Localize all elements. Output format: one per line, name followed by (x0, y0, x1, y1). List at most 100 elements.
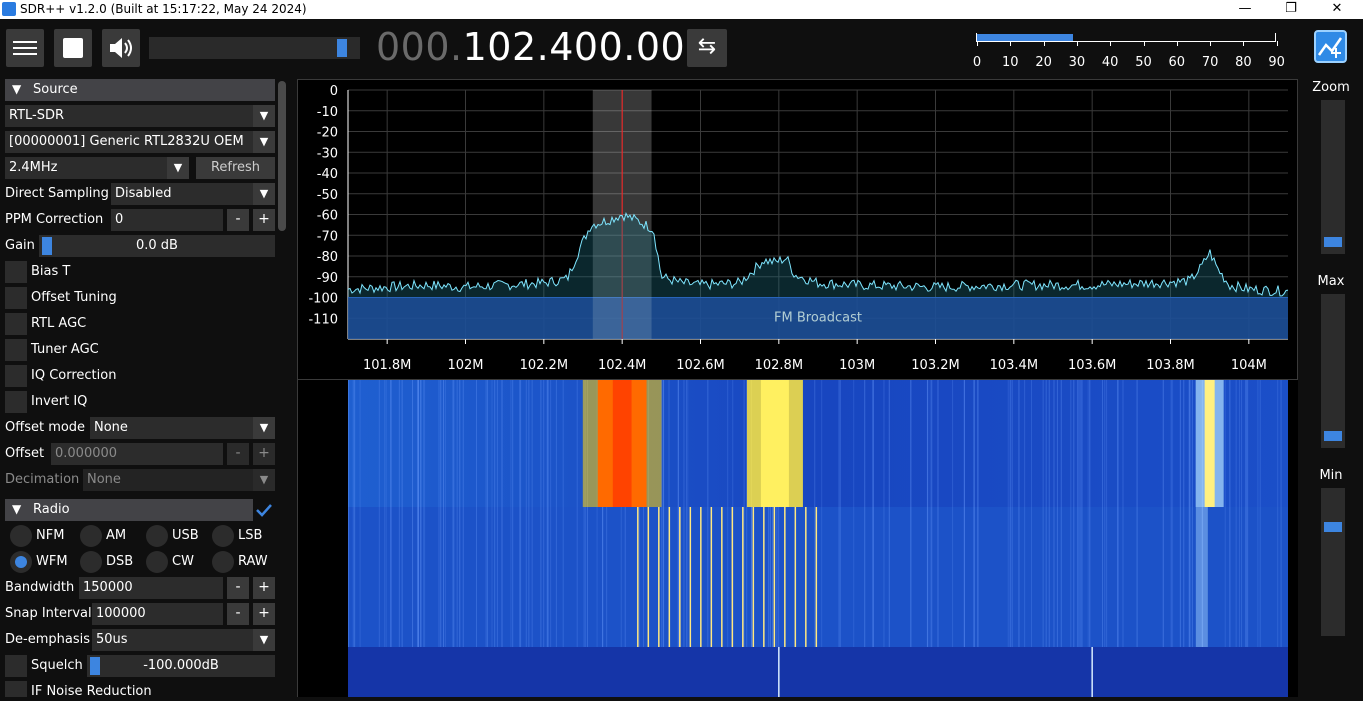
offset-label: Offset (5, 446, 45, 461)
tuning-mode-button[interactable]: ⇆ (687, 29, 727, 67)
decimation-label: Decimation (5, 472, 80, 487)
checkbox-box[interactable] (5, 287, 27, 309)
radio-dot[interactable] (212, 551, 234, 573)
x-tick-label: 103.8M (1146, 358, 1194, 373)
device-combo[interactable]: [00000001] Generic RTL2832U OEM ▼ (5, 131, 275, 153)
mode-radio-usb[interactable]: USB (146, 525, 208, 547)
rtl-agc-label: RTL AGC (31, 316, 87, 331)
rtl-agc-checkbox[interactable]: RTL AGC (5, 313, 205, 335)
decimation-combo[interactable]: None ▼ (83, 469, 275, 491)
snr-tick-label: 30 (1068, 55, 1086, 70)
snap-interval-input[interactable]: 100000 (92, 603, 223, 625)
minimize-button[interactable]: — (1222, 0, 1268, 19)
mode-radio-nfm[interactable]: NFM (10, 525, 72, 547)
max-slider[interactable] (1321, 294, 1345, 448)
checkbox-box[interactable] (5, 313, 27, 335)
zoom-slider-grab[interactable] (1324, 237, 1342, 247)
chevron-down-icon: ▼ (167, 157, 189, 179)
checkbox-box[interactable] (5, 339, 27, 361)
refresh-button[interactable]: Refresh (196, 157, 275, 179)
min-slider-grab[interactable] (1324, 522, 1342, 532)
snap-increment-button[interactable]: + (253, 603, 275, 625)
bandwidth-input[interactable]: 150000 (79, 577, 223, 599)
checkbox-box[interactable] (5, 655, 27, 677)
volume-slider-grab[interactable] (337, 39, 348, 57)
snr-tick-label: 20 (1035, 55, 1052, 70)
chevron-down-icon: ▼ (253, 105, 275, 127)
offset-tuning-checkbox[interactable]: Offset Tuning (5, 287, 205, 309)
frequency-display[interactable]: 000.102.400.000 (376, 25, 710, 69)
snr-tick-label: 10 (1002, 55, 1019, 70)
left-panel[interactable]: ▼ Source RTL-SDR ▼ [00000001] Generic RT… (0, 78, 290, 697)
y-tick-label: -80 (317, 250, 338, 265)
checkbox-box[interactable] (5, 261, 27, 283)
waterfall[interactable] (297, 380, 1298, 697)
mode-radio-wfm[interactable]: WFM (10, 551, 72, 573)
stop-button[interactable] (54, 29, 92, 67)
ppm-increment-button[interactable]: + (253, 209, 275, 231)
min-slider[interactable] (1321, 488, 1345, 636)
left-panel-scrollbar[interactable] (278, 81, 286, 231)
frequency-leading-digits[interactable]: 000. (376, 25, 463, 69)
tuner-agc-checkbox[interactable]: Tuner AGC (5, 339, 205, 361)
checkbox-box[interactable] (5, 681, 27, 697)
mode-radio-cw[interactable]: CW (146, 551, 208, 573)
bandwidth-decrement-button[interactable]: - (227, 577, 249, 599)
radio-dot[interactable] (10, 525, 32, 547)
radio-dot[interactable] (10, 551, 32, 573)
invert-iq-checkbox[interactable]: Invert IQ (5, 391, 205, 413)
fft-spectrum[interactable]: 0 -10 -20 -30 -40 -50 -60 -70 -80 -90 -100 -110 101.… (297, 79, 1298, 380)
gain-slider[interactable]: 0.0 dB (39, 235, 275, 257)
bandwidth-increment-button[interactable]: + (253, 577, 275, 599)
snr-tick-mark (1110, 41, 1112, 46)
sdrpp-logo-icon[interactable] (1314, 30, 1347, 63)
sample-rate-combo[interactable]: 2.4MHz ▼ (5, 157, 189, 179)
direct-sampling-combo[interactable]: Disabled ▼ (111, 183, 275, 205)
if-noise-reduction-checkbox[interactable]: IF Noise Reduction (5, 681, 205, 697)
fft-plot[interactable]: 0 -10 -20 -30 -40 -50 -60 -70 -80 -90 -100 -110 101.… (298, 80, 1297, 379)
y-tick-label: -70 (317, 229, 338, 244)
mode-radio-lsb[interactable]: LSB (212, 525, 274, 547)
offset-input[interactable]: 0.000000 (51, 443, 223, 465)
y-tick-label: -100 (308, 292, 338, 307)
x-tick-label: 103M (839, 358, 875, 373)
checkbox-box[interactable] (5, 365, 27, 387)
ppm-input[interactable]: 0 (111, 209, 223, 231)
decimation-value: None (87, 472, 121, 487)
mode-radio-dsb[interactable]: DSB (80, 551, 142, 573)
radio-dot[interactable] (80, 525, 102, 547)
close-button[interactable]: ✕ (1314, 0, 1360, 19)
snap-decrement-button[interactable]: - (227, 603, 249, 625)
squelch-checkbox[interactable]: Squelch (5, 655, 95, 677)
radio-dot[interactable] (146, 551, 168, 573)
radio-dot[interactable] (146, 525, 168, 547)
menu-button[interactable] (6, 29, 44, 67)
checkmark-icon[interactable] (255, 502, 273, 518)
radio-dot[interactable] (80, 551, 102, 573)
max-slider-grab[interactable] (1324, 431, 1342, 441)
source-header[interactable]: ▼ Source (5, 79, 275, 101)
source-type-combo[interactable]: RTL-SDR ▼ (5, 105, 275, 127)
mode-radio-raw[interactable]: RAW (212, 551, 274, 573)
snr-tick-mark (1010, 41, 1012, 46)
offset-decrement-button[interactable]: - (227, 443, 249, 465)
radio-dot[interactable] (212, 525, 234, 547)
app-icon (2, 2, 16, 16)
zoom-slider[interactable] (1321, 100, 1345, 254)
audio-button[interactable] (102, 29, 140, 67)
volume-slider[interactable] (149, 37, 360, 59)
squelch-slider[interactable]: -100.000dB (87, 655, 275, 677)
offset-mode-combo[interactable]: None ▼ (90, 417, 275, 439)
mode-radio-am[interactable]: AM (80, 525, 142, 547)
frequency-digits[interactable]: 102.400.000 (463, 25, 710, 69)
bias-t-checkbox[interactable]: Bias T (5, 261, 205, 283)
offset-increment-button[interactable]: + (253, 443, 275, 465)
maximize-button[interactable]: ❐ (1268, 0, 1314, 19)
ppm-decrement-button[interactable]: - (227, 209, 249, 231)
waterfall-plot[interactable] (298, 380, 1298, 697)
radio-header[interactable]: ▼ Radio (5, 499, 253, 521)
iq-correction-checkbox[interactable]: IQ Correction (5, 365, 205, 387)
checkbox-box[interactable] (5, 391, 27, 413)
gain-value: 0.0 dB (136, 238, 178, 253)
deemphasis-combo[interactable]: 50us ▼ (92, 629, 275, 651)
